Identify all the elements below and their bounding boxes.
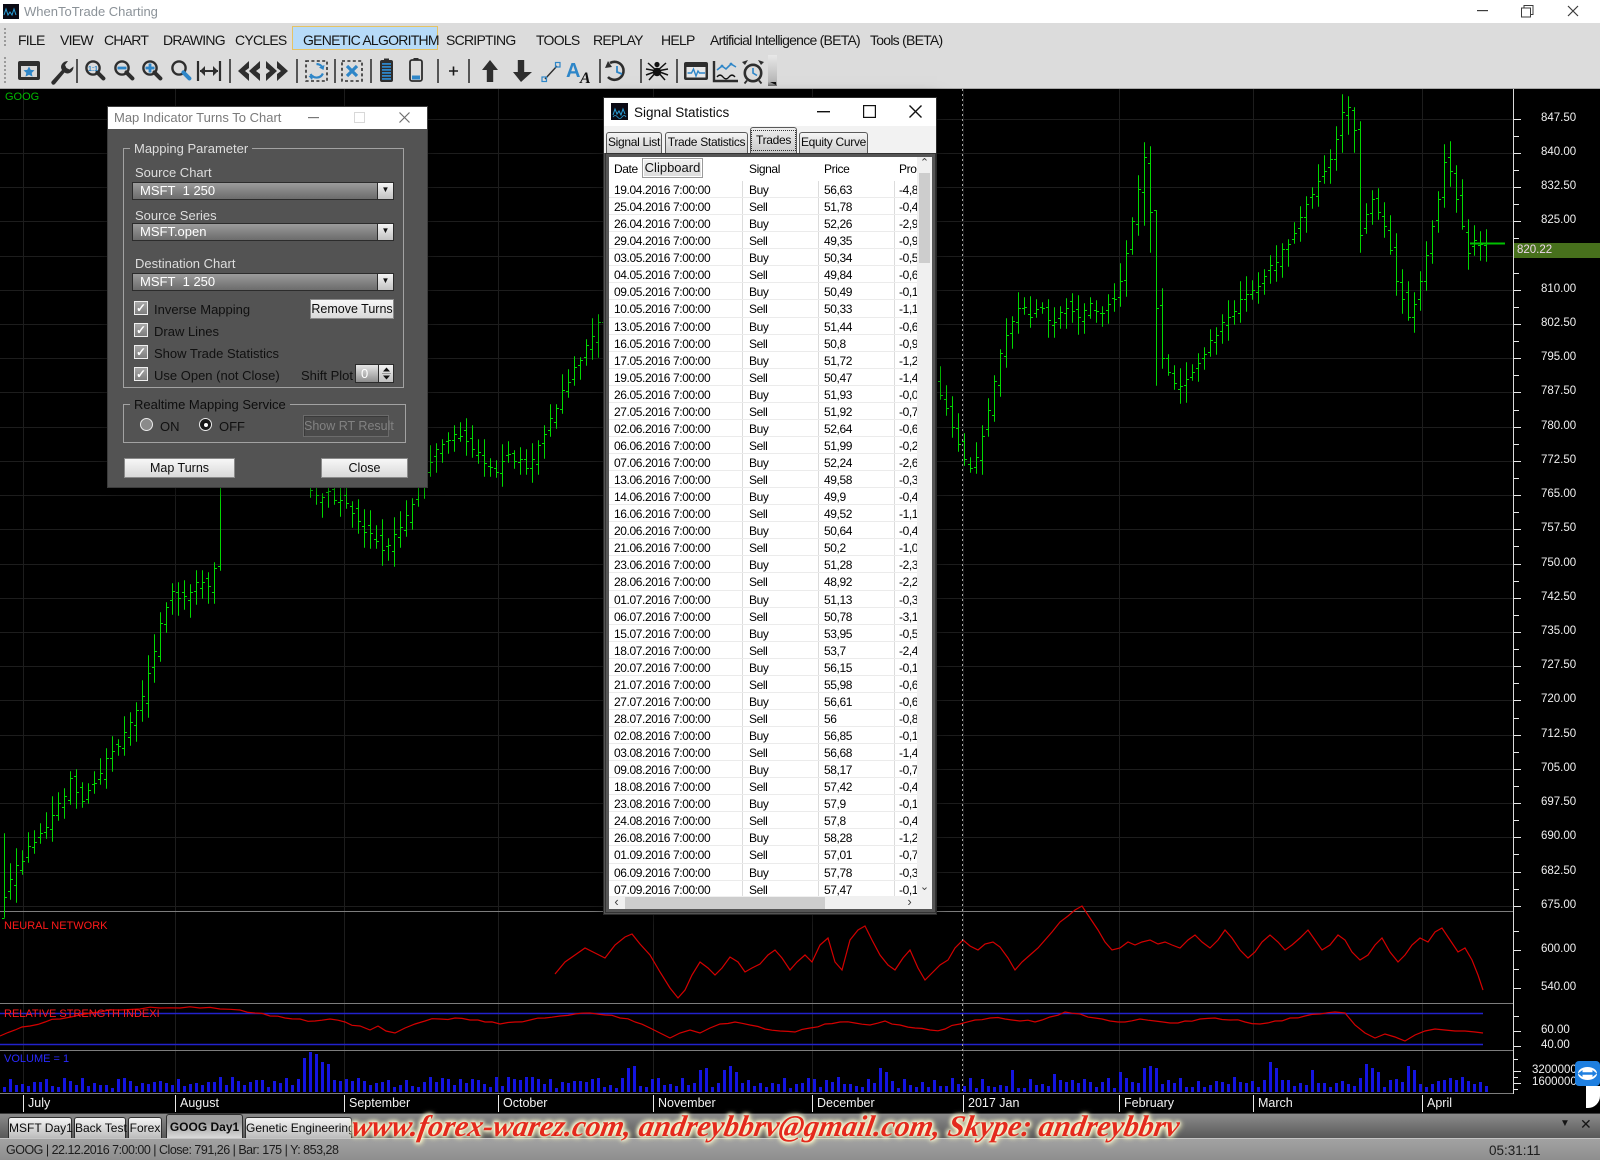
svg-text:RELATIVE STRENGTH INDEXI: RELATIVE STRENGTH INDEXI — [4, 1008, 160, 1020]
svg-text:VOLUME = 1: VOLUME = 1 — [4, 1053, 69, 1065]
svg-text:1:1: 1:1 — [88, 66, 98, 73]
svg-text:A: A — [579, 70, 591, 87]
svg-text:A: A — [566, 60, 580, 82]
svg-text:NEURAL NETWORK: NEURAL NETWORK — [4, 920, 108, 932]
svg-text:GOOG: GOOG — [5, 91, 39, 103]
